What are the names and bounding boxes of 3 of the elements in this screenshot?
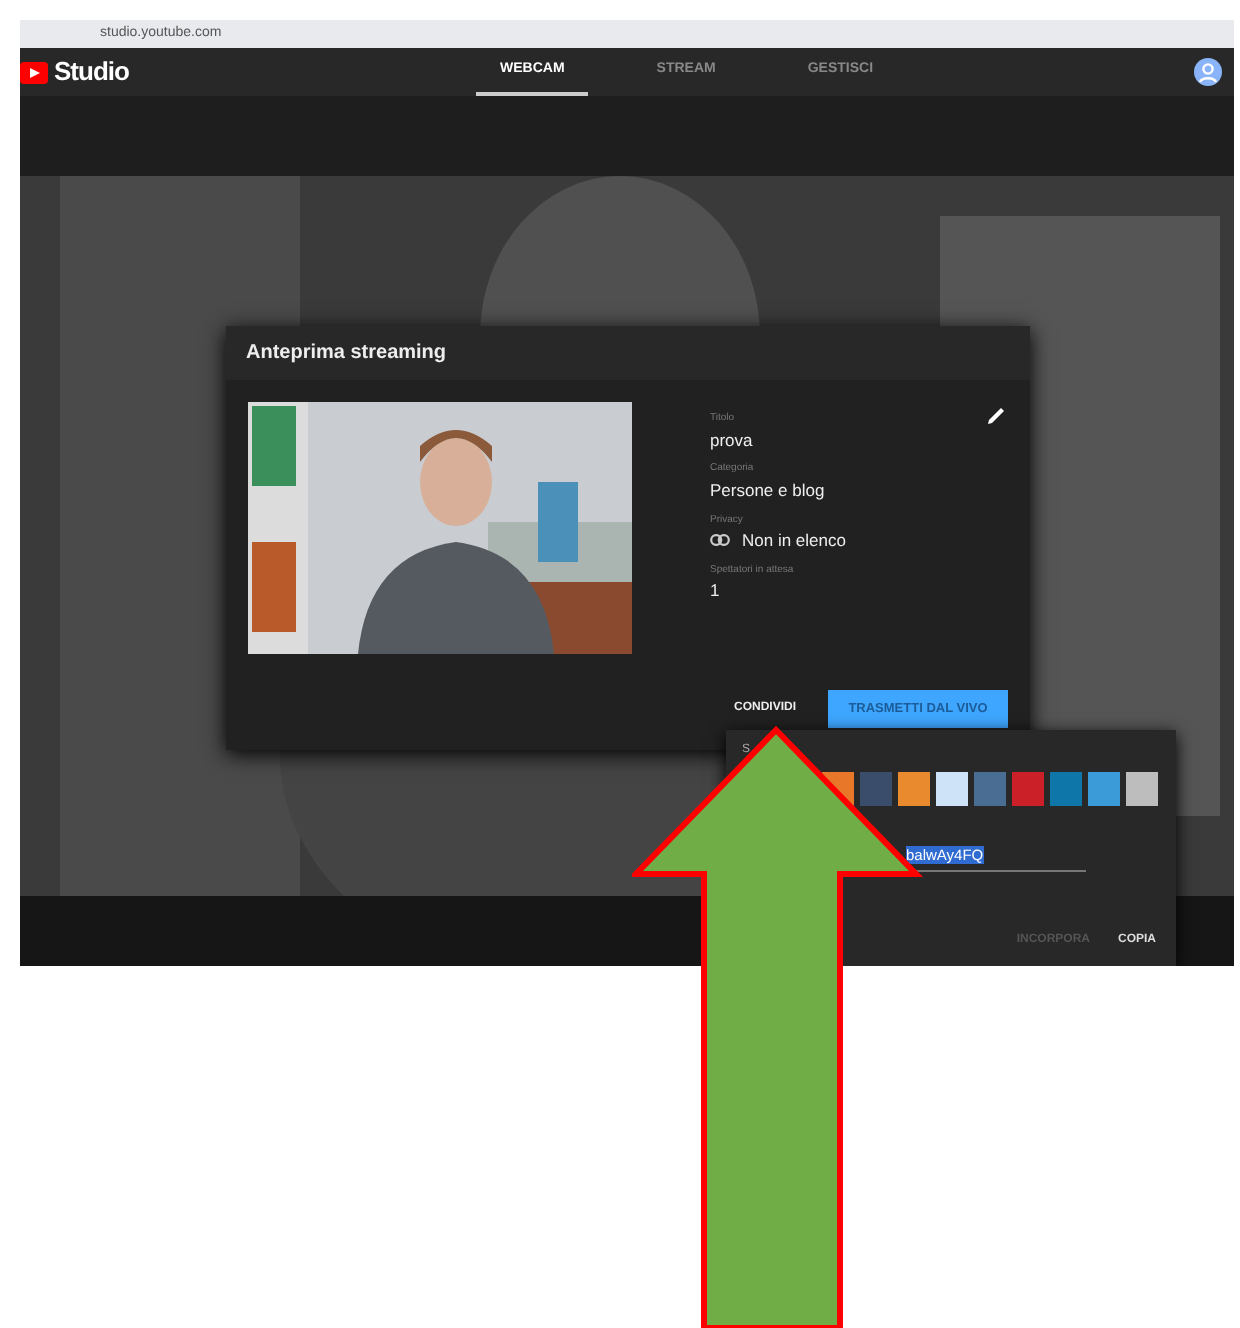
logo-text[interactable]: Studio [54, 52, 129, 92]
avatar-icon[interactable] [1194, 58, 1222, 86]
play-logo-icon [20, 61, 48, 83]
